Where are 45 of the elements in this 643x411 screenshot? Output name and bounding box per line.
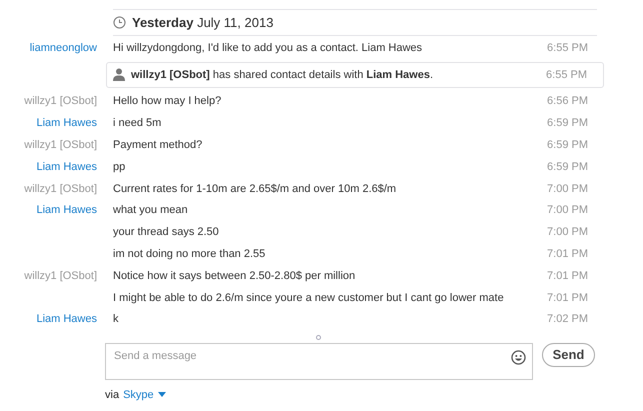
message-text: Current rates for 1-10m are 2.65$/m and over 10m 2.6$/m: [113, 182, 396, 197]
caret-icon: [158, 392, 166, 398]
message-time: 7:00 PM: [547, 225, 588, 240]
message-time: 6:55 PM: [547, 40, 588, 56]
sender-name[interactable]: liamneonglow: [30, 40, 97, 56]
message-field[interactable]: Send a message: [105, 342, 533, 380]
clock-icon: [113, 16, 126, 29]
message-time: 7:02 PM: [547, 312, 588, 328]
message-time: 7:00 PM: [547, 203, 588, 218]
sender-name[interactable]: Liam Hawes: [36, 158, 97, 176]
message-text: Hello how may I help?: [113, 94, 222, 110]
message-text: k: [113, 312, 118, 328]
message-text: your thread says 2.50: [113, 225, 219, 240]
sender-name[interactable]: Liam Hawes: [36, 311, 97, 328]
resize-handle[interactable]: [316, 334, 321, 340]
message-text: pp: [113, 160, 126, 175]
message-text: Notice how it says between 2.50-2.80$ per million: [113, 268, 356, 284]
notice-text: willzy1 [OSbot] has shared contact details with Liam Hawes.: [131, 68, 434, 83]
sender-name[interactable]: willzy1 [OSbot]: [24, 180, 97, 198]
sender-name[interactable]: willzy1 [OSbot]: [24, 137, 97, 154]
via-label: via: [105, 388, 120, 403]
date-header: Yesterday July 11, 2013: [132, 14, 274, 32]
smiley-icon[interactable]: [511, 350, 526, 365]
person-icon: [113, 68, 125, 82]
message-time: 6:59 PM: [547, 116, 588, 132]
message-time: 7:01 PM: [547, 290, 588, 306]
send-button[interactable]: Send: [542, 342, 595, 367]
sender-name[interactable]: willzy1 [OSbot]: [24, 268, 97, 284]
message-text: im not doing no more than 2.55: [113, 247, 266, 262]
message-time: 6:59 PM: [547, 160, 588, 175]
message-time: 6:59 PM: [547, 138, 588, 154]
message-time: 6:55 PM: [546, 68, 587, 83]
message-time: 7:01 PM: [547, 268, 588, 284]
message-time: 7:01 PM: [547, 247, 588, 262]
message-text: I might be able to do 2.6/m since youre a new customer but I cant go lower mate: [113, 290, 504, 306]
message-text: i need 5m: [113, 116, 162, 132]
message-time: 6:56 PM: [547, 94, 588, 110]
sender-name[interactable]: Liam Hawes: [36, 115, 97, 132]
message-text: what you mean: [113, 203, 188, 218]
message-time: 7:00 PM: [547, 182, 588, 197]
message-text: Payment method?: [113, 138, 202, 154]
sender-name[interactable]: Liam Hawes: [36, 202, 97, 219]
message-text: Hi willzydongdong, I'd like to add you as a contact. Liam Hawes: [113, 40, 422, 56]
service-link[interactable]: Skype: [123, 386, 166, 404]
sender-name[interactable]: willzy1 [OSbot]: [24, 93, 97, 110]
